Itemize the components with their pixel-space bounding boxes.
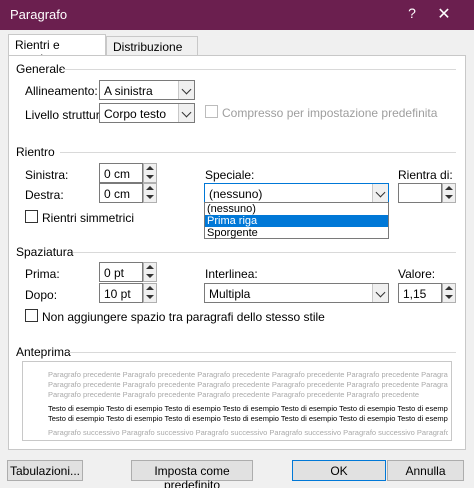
arrow-up-icon <box>146 286 154 290</box>
chevron-down-icon <box>181 107 192 118</box>
special-label: Speciale: <box>205 168 255 182</box>
space-before-label: Prima: <box>25 267 60 281</box>
chevron-down-icon <box>181 84 192 95</box>
space-before-input[interactable]: 0 pt <box>99 262 143 282</box>
tab-indents-spacing[interactable]: Rientri e spaziatura <box>8 34 106 66</box>
spin-up-button[interactable] <box>443 284 455 293</box>
outline-level-dropdown-button[interactable] <box>178 104 194 122</box>
left-indent-value: 0 cm <box>104 167 131 181</box>
preview-previous-line: Paragrafo precedente Paragrafo precedent… <box>48 390 420 399</box>
line-spacing-at-label: Valore: <box>398 267 436 281</box>
window-title: Paragrafo <box>10 7 68 22</box>
tabs-button[interactable]: Tabulazioni... <box>7 460 83 481</box>
section-title-rientro: Rientro <box>16 145 55 159</box>
space-after-input[interactable]: 10 pt <box>99 283 143 303</box>
paragraph-preview: Paragrafo precedente Paragrafo precedent… <box>22 361 452 441</box>
indent-by-spinner[interactable] <box>442 183 456 203</box>
spin-up-button[interactable] <box>144 164 156 173</box>
spin-up-button[interactable] <box>144 263 156 272</box>
spin-down-button[interactable] <box>443 293 455 302</box>
no-space-same-style-checkbox[interactable] <box>25 309 38 322</box>
special-dropdown-list: (nessuno) Prima riga Sporgente <box>204 202 389 239</box>
preview-next-line: Paragrafo successivo Paragrafo successiv… <box>48 428 448 437</box>
right-indent-input[interactable]: 0 cm <box>99 183 143 203</box>
space-after-value: 10 pt <box>104 287 131 301</box>
left-indent-spinner[interactable] <box>143 163 157 183</box>
title-bar: Paragrafo ? ✕ <box>0 0 474 30</box>
special-select[interactable]: (nessuno) <box>204 183 389 203</box>
spin-down-button[interactable] <box>144 272 156 281</box>
ok-button[interactable]: OK <box>292 460 386 481</box>
special-option-first-line[interactable]: Prima riga <box>205 215 388 227</box>
alignment-value: A sinistra <box>104 84 153 98</box>
special-value: (nessuno) <box>209 187 263 201</box>
indent-by-label: Rientra di: <box>398 168 453 182</box>
line-spacing-at-value: 1,15 <box>403 287 427 301</box>
line-spacing-at-spinner[interactable] <box>442 283 456 303</box>
preview-sample-line: Testo di esempio Testo di esempio Testo … <box>48 414 448 423</box>
mirror-indents-checkbox[interactable] <box>25 210 38 223</box>
arrow-down-icon <box>146 274 154 278</box>
help-icon[interactable]: ? <box>402 5 422 21</box>
spin-up-button[interactable] <box>144 184 156 193</box>
arrow-up-icon <box>146 186 154 190</box>
chevron-down-icon <box>375 287 386 298</box>
spin-up-button[interactable] <box>144 284 156 293</box>
arrow-down-icon <box>445 195 453 199</box>
line-spacing-select[interactable]: Multipla <box>204 283 389 303</box>
left-indent-input[interactable]: 0 cm <box>99 163 143 183</box>
space-after-spinner[interactable] <box>143 283 157 303</box>
left-indent-label: Sinistra: <box>25 168 69 182</box>
section-title-generale: Generale <box>16 62 66 76</box>
line-spacing-at-input[interactable]: 1,15 <box>398 283 442 303</box>
spin-up-button[interactable] <box>443 184 455 193</box>
spin-down-button[interactable] <box>443 193 455 202</box>
alignment-select[interactable]: A sinistra <box>99 80 195 100</box>
arrow-up-icon <box>146 166 154 170</box>
indent-by-input[interactable] <box>398 183 442 203</box>
arrow-up-icon <box>146 265 154 269</box>
spin-down-button[interactable] <box>144 293 156 302</box>
set-as-default-button[interactable]: Imposta come predefinito <box>131 460 253 488</box>
alignment-label: Allineamento: <box>25 84 98 98</box>
collapsed-label: Compresso per impostazione predefinita <box>222 106 438 120</box>
spin-down-button[interactable] <box>144 193 156 202</box>
arrow-down-icon <box>146 175 154 179</box>
arrow-up-icon <box>445 286 453 290</box>
line-spacing-value: Multipla <box>209 287 251 301</box>
special-option-none[interactable]: (nessuno) <box>205 203 388 215</box>
alignment-dropdown-button[interactable] <box>178 81 194 99</box>
space-before-spinner[interactable] <box>143 262 157 282</box>
arrow-down-icon <box>146 295 154 299</box>
divider <box>73 252 456 253</box>
divider <box>60 152 456 153</box>
cancel-button[interactable]: Annulla <box>387 460 464 481</box>
section-title-spaziatura: Spaziatura <box>16 245 74 259</box>
mirror-indents-label: Rientri simmetrici <box>42 211 135 225</box>
arrow-down-icon <box>445 295 453 299</box>
tab-line-page-breaks[interactable]: Distribuzione testo <box>106 36 198 68</box>
outline-level-select[interactable]: Corpo testo <box>99 103 195 123</box>
space-after-label: Dopo: <box>25 288 58 302</box>
special-dropdown-button[interactable] <box>372 184 388 202</box>
close-icon[interactable]: ✕ <box>432 4 456 24</box>
no-space-same-style-label: Non aggiungere spazio tra paragrafi dell… <box>42 310 325 324</box>
spin-down-button[interactable] <box>144 173 156 182</box>
right-indent-spinner[interactable] <box>143 183 157 203</box>
special-option-hanging[interactable]: Sporgente <box>205 227 388 239</box>
chevron-down-icon <box>375 187 386 198</box>
right-indent-label: Destra: <box>25 188 64 202</box>
line-spacing-dropdown-button[interactable] <box>372 284 388 302</box>
arrow-up-icon <box>445 186 453 190</box>
arrow-down-icon <box>146 195 154 199</box>
divider <box>69 352 456 353</box>
line-spacing-label: Interlinea: <box>205 267 258 281</box>
collapsed-checkbox[interactable] <box>205 105 218 118</box>
section-title-anteprima: Anteprima <box>16 345 71 359</box>
outline-level-value: Corpo testo <box>104 107 167 121</box>
outline-level-label: Livello struttura: <box>25 108 110 122</box>
divider <box>62 69 456 70</box>
space-before-value: 0 pt <box>104 266 125 280</box>
right-indent-value: 0 cm <box>104 187 131 201</box>
